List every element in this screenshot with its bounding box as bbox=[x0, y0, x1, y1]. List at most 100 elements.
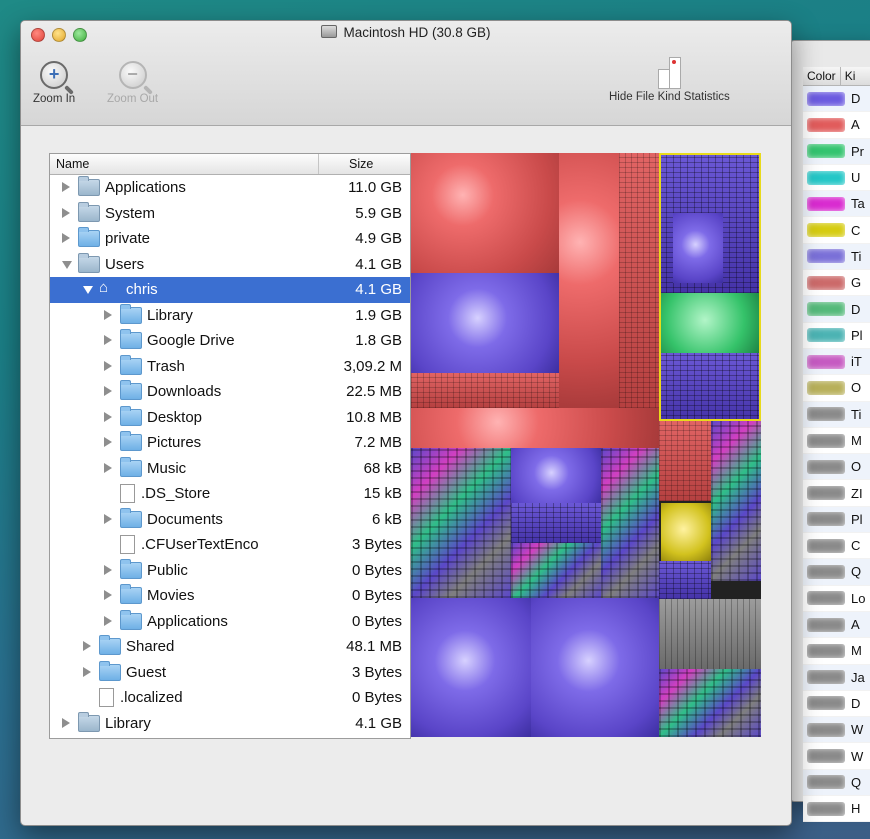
disclosure-closed-icon[interactable] bbox=[62, 717, 70, 728]
kind-row[interactable]: U bbox=[803, 164, 870, 192]
treemap-block[interactable] bbox=[511, 503, 601, 543]
hide-file-kind-statistics-button[interactable]: Hide File Kind Statistics bbox=[609, 57, 730, 103]
treemap-block[interactable] bbox=[659, 561, 711, 599]
kind-row[interactable]: D bbox=[803, 296, 870, 323]
kind-row[interactable]: Q bbox=[803, 559, 870, 586]
zoom-in-button[interactable]: + Zoom In bbox=[33, 61, 75, 105]
size-column-header[interactable]: Size bbox=[318, 154, 410, 174]
disclosure-closed-icon[interactable] bbox=[104, 590, 112, 600]
kind-row[interactable]: W bbox=[803, 743, 870, 770]
outline-row[interactable]: Applications 11.0 GB bbox=[50, 175, 410, 201]
outline-row[interactable]: System 5.9 GB bbox=[50, 201, 410, 227]
disclosure-closed-icon[interactable] bbox=[104, 615, 112, 626]
outline-row[interactable]: Music 68 kB bbox=[50, 456, 410, 482]
disclosure-closed-icon[interactable] bbox=[104, 335, 112, 345]
treemap-block[interactable] bbox=[411, 598, 531, 737]
outline-row[interactable]: Movies 0 Bytes bbox=[50, 583, 410, 609]
disk-usage-treemap[interactable] bbox=[411, 153, 761, 737]
outline-row[interactable]: Public 0 Bytes bbox=[50, 558, 410, 584]
disclosure-closed-icon[interactable] bbox=[104, 564, 112, 575]
outline-row[interactable]: Downloads 22.5 MB bbox=[50, 379, 410, 405]
zoom-out-button[interactable]: − Zoom Out bbox=[107, 61, 158, 105]
kind-row[interactable]: Q bbox=[803, 769, 870, 797]
kind-label: Lo bbox=[851, 590, 866, 606]
disclosure-closed-icon[interactable] bbox=[104, 360, 112, 371]
outline-row[interactable]: Applications 0 Bytes bbox=[50, 609, 410, 635]
treemap-block[interactable] bbox=[411, 448, 511, 598]
disclosure-closed-icon[interactable] bbox=[62, 207, 70, 218]
outline-row-name: Guest bbox=[126, 663, 167, 681]
kind-column-header[interactable]: Ki bbox=[841, 67, 860, 85]
outline-row[interactable]: Documents 6 kB bbox=[50, 507, 410, 533]
treemap-block[interactable] bbox=[661, 503, 711, 561]
outline-row[interactable]: Shared 48.1 MB bbox=[50, 634, 410, 660]
kind-row[interactable]: Pl bbox=[803, 506, 870, 534]
kind-row[interactable]: M bbox=[803, 427, 870, 455]
kind-row[interactable]: Ja bbox=[803, 664, 870, 691]
outline-row[interactable]: .CFUserTextEnco 3 Bytes bbox=[50, 532, 410, 558]
kind-row[interactable]: iT bbox=[803, 348, 870, 376]
kind-row[interactable]: G bbox=[803, 270, 870, 297]
treemap-block[interactable] bbox=[619, 153, 659, 408]
treemap-block[interactable] bbox=[411, 153, 559, 273]
disclosure-closed-icon[interactable] bbox=[104, 309, 112, 320]
kind-row[interactable]: D bbox=[803, 86, 870, 113]
kind-row[interactable]: Lo bbox=[803, 585, 870, 612]
disclosure-closed-icon[interactable] bbox=[62, 182, 70, 192]
treemap-block[interactable] bbox=[511, 543, 601, 598]
kind-row[interactable]: Pl bbox=[803, 322, 870, 349]
outline-row[interactable]: Google Drive 1.8 GB bbox=[50, 328, 410, 354]
outline-row[interactable]: Trash 3,09.2 M bbox=[50, 354, 410, 380]
disclosure-closed-icon[interactable] bbox=[104, 462, 112, 473]
treemap-block[interactable] bbox=[411, 373, 559, 408]
treemap-block[interactable] bbox=[659, 669, 761, 737]
kind-row[interactable]: Ta bbox=[803, 191, 870, 218]
disclosure-closed-icon[interactable] bbox=[104, 411, 112, 422]
outline-row[interactable]: Desktop 10.8 MB bbox=[50, 405, 410, 431]
kind-row[interactable]: M bbox=[803, 638, 870, 665]
treemap-block[interactable] bbox=[411, 273, 559, 373]
kind-row[interactable]: C bbox=[803, 217, 870, 244]
disclosure-closed-icon[interactable] bbox=[104, 386, 112, 396]
outline-row[interactable]: .DS_Store 15 kB bbox=[50, 481, 410, 507]
disclosure-closed-icon[interactable] bbox=[83, 641, 91, 651]
kind-row[interactable]: Pr bbox=[803, 138, 870, 165]
color-column-header[interactable]: Color bbox=[803, 67, 841, 85]
outline-row[interactable]: Library 1.9 GB bbox=[50, 303, 410, 329]
outline-row[interactable]: .localized 0 Bytes bbox=[50, 685, 410, 711]
outline-row[interactable]: Pictures 7.2 MB bbox=[50, 430, 410, 456]
kind-row[interactable]: O bbox=[803, 375, 870, 402]
treemap-block[interactable] bbox=[531, 598, 659, 737]
name-column-header[interactable]: Name bbox=[56, 157, 89, 171]
treemap-block[interactable] bbox=[601, 448, 659, 598]
outline-row[interactable]: Guest 3 Bytes bbox=[50, 660, 410, 686]
treemap-block[interactable] bbox=[659, 599, 761, 669]
outline-row[interactable]: Library 4.1 GB bbox=[50, 711, 410, 737]
disclosure-closed-icon[interactable] bbox=[104, 437, 112, 447]
kind-list[interactable]: D A Pr U Ta C Ti G D Pl iT O Ti M O ZI Pl C Q Lo A M Ja D W W Q H bbox=[803, 86, 870, 823]
kind-row[interactable]: Ti bbox=[803, 401, 870, 428]
kind-row[interactable]: Ti bbox=[803, 243, 870, 271]
treemap-block[interactable] bbox=[711, 421, 761, 581]
outline-row[interactable]: ⌂ chris 4.1 GB bbox=[50, 277, 410, 303]
kind-row[interactable]: D bbox=[803, 690, 870, 718]
kind-row[interactable]: W bbox=[803, 717, 870, 744]
kind-row[interactable]: O bbox=[803, 454, 870, 481]
kind-row[interactable]: C bbox=[803, 533, 870, 560]
disclosure-closed-icon[interactable] bbox=[104, 513, 112, 524]
disclosure-closed-icon[interactable] bbox=[83, 666, 91, 677]
file-outline-view[interactable]: Name Size Applications 11.0 GB System 5.9 G… bbox=[49, 153, 411, 739]
disclosure-closed-icon[interactable] bbox=[62, 233, 70, 243]
folder-icon bbox=[120, 507, 142, 528]
kind-row[interactable]: A bbox=[803, 112, 870, 139]
disclosure-open-icon[interactable] bbox=[62, 260, 72, 269]
kind-row[interactable]: ZI bbox=[803, 480, 870, 507]
treemap-block[interactable] bbox=[511, 448, 601, 503]
kind-row[interactable]: H bbox=[803, 796, 870, 823]
kind-row[interactable]: A bbox=[803, 611, 870, 639]
disclosure-open-icon[interactable] bbox=[83, 286, 93, 294]
treemap-block[interactable] bbox=[411, 408, 659, 448]
outline-row[interactable]: Users 4.1 GB bbox=[50, 252, 410, 278]
treemap-block[interactable] bbox=[559, 153, 619, 408]
outline-row[interactable]: private 4.9 GB bbox=[50, 226, 410, 252]
